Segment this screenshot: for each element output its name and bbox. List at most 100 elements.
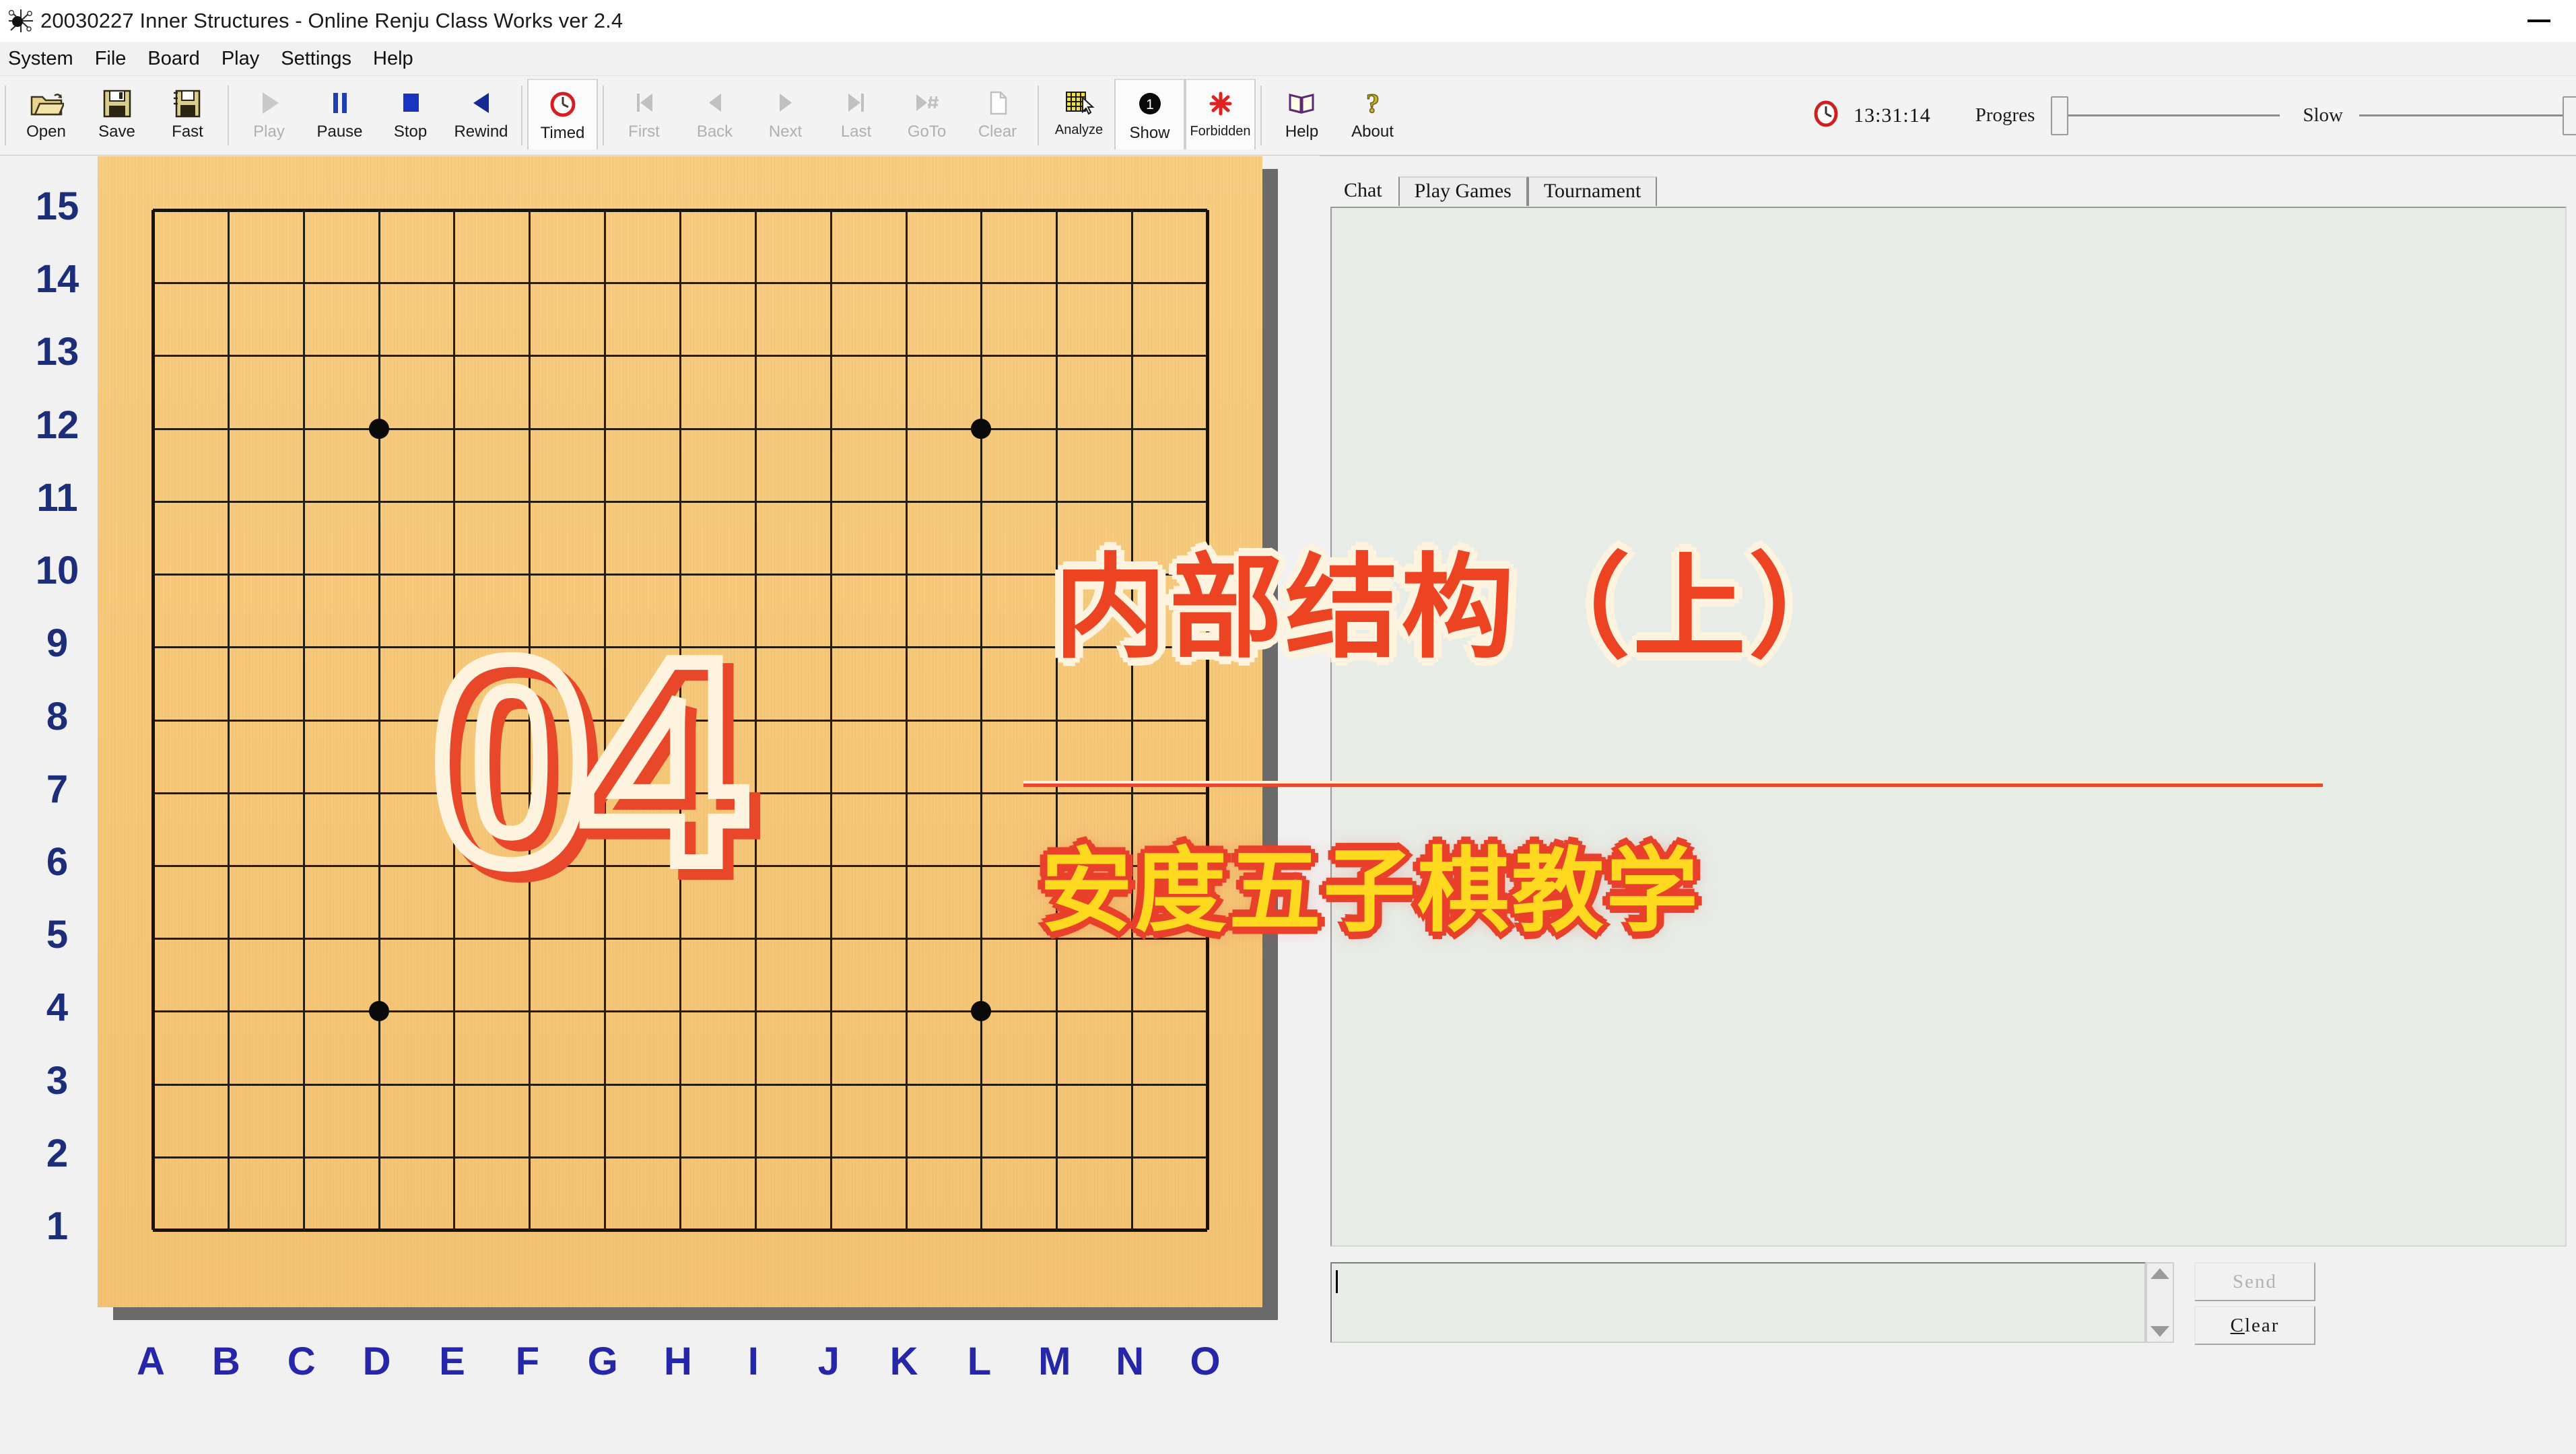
menu-item-file[interactable]: File bbox=[84, 42, 137, 75]
board-vline bbox=[1206, 210, 1209, 1230]
question-mark-icon: ? bbox=[1358, 86, 1388, 120]
board-row-label: 2 bbox=[46, 1131, 69, 1175]
help-button[interactable]: Help bbox=[1266, 79, 1337, 149]
red-clock-icon bbox=[1810, 98, 1841, 133]
fast-button[interactable]: Fast bbox=[152, 79, 223, 149]
toolbar-separator bbox=[603, 85, 604, 145]
board-row-label: 11 bbox=[36, 475, 78, 520]
board-pane: 15 14 13 12 11 10 9 8 7 6 5 4 3 2 1 A B C D E F G H I J K L M N O bbox=[0, 155, 1320, 1454]
board-star-point bbox=[368, 1001, 389, 1022]
board-row-label: 9 bbox=[46, 621, 69, 666]
board-row-label: 12 bbox=[35, 403, 79, 447]
goto-number-icon bbox=[911, 86, 943, 120]
chat-input[interactable] bbox=[1330, 1262, 2146, 1343]
board-column-label: H bbox=[664, 1340, 692, 1383]
rewind-button[interactable]: Rewind bbox=[446, 79, 516, 149]
open-button[interactable]: Open bbox=[11, 79, 81, 149]
timed-button[interactable]: Timed bbox=[527, 79, 598, 149]
floppy-fast-icon bbox=[172, 86, 203, 120]
board-vline bbox=[227, 210, 230, 1230]
chat-log[interactable] bbox=[1330, 207, 2567, 1247]
tab-play-games[interactable]: Play Games bbox=[1398, 176, 1528, 206]
save-button-label: Save bbox=[98, 123, 135, 141]
board-vline bbox=[453, 210, 456, 1230]
toolbar-group-navigation: First Back Next Last GoTo Clear bbox=[609, 76, 1033, 155]
goto-button-label: GoTo bbox=[907, 123, 947, 141]
menu-item-system[interactable]: System bbox=[0, 42, 84, 75]
board-vline bbox=[378, 210, 380, 1230]
renju-board[interactable] bbox=[98, 156, 1262, 1307]
chat-input-scrollbar[interactable] bbox=[2146, 1262, 2174, 1343]
clear-chat-button-label: lear bbox=[2244, 1314, 2280, 1336]
pause-button[interactable]: Pause bbox=[304, 79, 375, 149]
send-button[interactable]: Send bbox=[2194, 1262, 2315, 1301]
scroll-up-arrow-icon[interactable] bbox=[2150, 1268, 2169, 1279]
board-row-labels: 15 14 13 12 11 10 9 8 7 6 5 4 3 2 1 bbox=[20, 155, 94, 1347]
show-button[interactable]: 1 Show bbox=[1114, 79, 1185, 149]
goto-button[interactable]: GoTo bbox=[891, 79, 962, 149]
progress-slider[interactable] bbox=[2051, 96, 2280, 136]
board-star-point bbox=[971, 418, 992, 439]
toolbar-separator bbox=[1038, 85, 1039, 145]
text-caret bbox=[1336, 1270, 1338, 1293]
board-row-label: 6 bbox=[46, 839, 69, 884]
minimize-button[interactable] bbox=[2502, 0, 2576, 42]
board-column-label: D bbox=[362, 1340, 391, 1383]
play-button-label: Play bbox=[253, 123, 285, 141]
board-column-label: N bbox=[1116, 1340, 1145, 1383]
blank-page-icon bbox=[983, 86, 1013, 120]
next-button[interactable]: Next bbox=[750, 79, 821, 149]
chat-tab-strip: Chat Play Games Tournament bbox=[1328, 168, 1658, 206]
clear-chat-button[interactable]: Clear bbox=[2194, 1306, 2315, 1345]
toolbar-group-help: Help ? About bbox=[1266, 76, 1408, 155]
speed-slider-thumb[interactable] bbox=[2563, 96, 2576, 135]
forbidden-button-label: Forbidden bbox=[1190, 124, 1251, 139]
svg-text:?: ? bbox=[1366, 88, 1380, 118]
speed-slider[interactable] bbox=[2359, 96, 2576, 136]
back-button[interactable]: Back bbox=[679, 79, 750, 149]
board-column-label: A bbox=[137, 1340, 165, 1383]
about-button[interactable]: ? About bbox=[1337, 79, 1408, 149]
board-star-point bbox=[670, 709, 690, 730]
tab-chat[interactable]: Chat bbox=[1328, 176, 1398, 206]
open-folder-icon bbox=[29, 86, 64, 120]
board-row-label: 14 bbox=[35, 257, 79, 302]
board-column-label: C bbox=[287, 1340, 316, 1383]
play-button[interactable]: Play bbox=[234, 79, 304, 149]
back-button-label: Back bbox=[696, 123, 733, 141]
menu-item-play[interactable]: Play bbox=[211, 42, 270, 75]
clear-board-button[interactable]: Clear bbox=[962, 79, 1033, 149]
chat-panel: Chat Play Games Tournament Send Clear bbox=[1321, 168, 2576, 1454]
application-window: 20030227 Inner Structures - Online Renju… bbox=[0, 0, 2576, 1454]
save-button[interactable]: Save bbox=[81, 79, 152, 149]
board-column-label: L bbox=[967, 1340, 992, 1383]
forbidden-button[interactable]: Forbidden bbox=[1185, 79, 1256, 149]
scroll-down-arrow-icon[interactable] bbox=[2150, 1326, 2169, 1337]
board-vline bbox=[1131, 210, 1134, 1230]
board-column-label: K bbox=[889, 1340, 918, 1383]
stop-button-label: Stop bbox=[393, 123, 428, 141]
menu-item-board[interactable]: Board bbox=[137, 42, 210, 75]
stop-button[interactable]: Stop bbox=[375, 79, 446, 149]
clear-board-button-label: Clear bbox=[978, 123, 1017, 141]
last-button[interactable]: Last bbox=[821, 79, 891, 149]
progress-slider-thumb[interactable] bbox=[2051, 96, 2069, 135]
speed-label: Slow bbox=[2303, 104, 2343, 126]
board-column-label: F bbox=[515, 1340, 539, 1383]
board-column-label: E bbox=[439, 1340, 465, 1383]
tab-tournament[interactable]: Tournament bbox=[1527, 176, 1658, 206]
fast-button-label: Fast bbox=[172, 123, 203, 141]
clock-display: 13:31:14 bbox=[1810, 98, 1931, 133]
grid-cursor-icon bbox=[1063, 86, 1095, 120]
board-vline bbox=[302, 210, 305, 1230]
menu-item-help[interactable]: Help bbox=[362, 42, 424, 75]
first-button[interactable]: First bbox=[609, 79, 679, 149]
menu-item-settings[interactable]: Settings bbox=[270, 42, 362, 75]
analyze-button[interactable]: Analyze bbox=[1044, 79, 1114, 149]
stop-square-icon bbox=[396, 86, 426, 120]
board-row-label: 5 bbox=[46, 913, 69, 957]
board-column-label: B bbox=[211, 1340, 240, 1383]
window-title: 20030227 Inner Structures - Online Renju… bbox=[40, 9, 623, 32]
clock-time: 13:31:14 bbox=[1854, 104, 1931, 127]
chat-buttons: Send Clear bbox=[2194, 1262, 2315, 1347]
